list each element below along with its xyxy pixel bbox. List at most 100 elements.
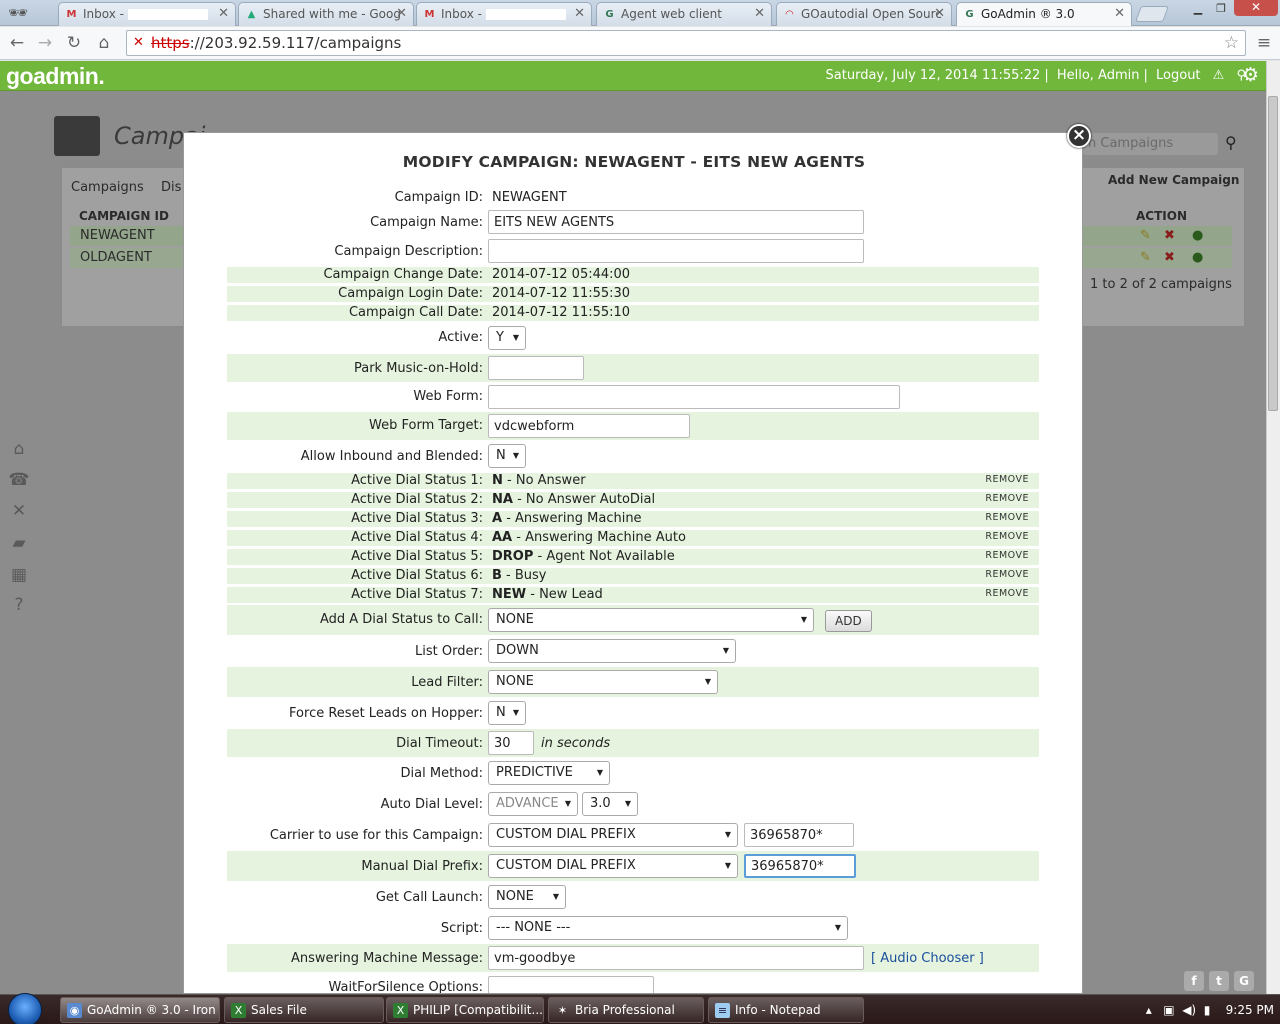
browser-tab-2[interactable]: ▲ Shared with me - Goog ✕: [238, 2, 414, 26]
close-tab-icon[interactable]: ✕: [754, 6, 765, 21]
taskbar-item[interactable]: X PHILIP [Compatibilit...: [386, 997, 544, 1023]
audio-chooser-link[interactable]: [ Audio Chooser ]: [871, 951, 984, 966]
volume-icon[interactable]: ◀): [1182, 1003, 1196, 1017]
warning-icon[interactable]: ⚠: [1213, 68, 1225, 83]
edit-icon[interactable]: ✎: [1140, 250, 1151, 265]
campaign-folder-icon: [54, 116, 100, 156]
close-modal-icon[interactable]: ×: [1067, 124, 1091, 148]
am-message-input[interactable]: [488, 946, 864, 970]
back-icon[interactable]: ←: [6, 32, 28, 54]
home-icon[interactable]: ⌂: [8, 438, 30, 460]
forward-icon[interactable]: →: [34, 32, 56, 54]
delete-icon[interactable]: ✖: [1164, 228, 1175, 243]
close-tab-icon[interactable]: ✕: [396, 6, 407, 21]
info-icon[interactable]: ●: [1192, 228, 1203, 243]
phone-icon[interactable]: ☎: [8, 469, 30, 491]
power-icon[interactable]: ▮: [1204, 1003, 1211, 1017]
tab-label: Shared with me - Goog: [263, 7, 401, 21]
manual-prefix-label: Manual Dial Prefix:: [361, 859, 483, 874]
restore-window-icon[interactable]: ❐: [1211, 2, 1231, 16]
tab-dis[interactable]: Dis: [161, 180, 181, 195]
tab-label: Agent web client: [621, 7, 722, 21]
remove-status-link[interactable]: REMOVE: [985, 531, 1029, 542]
auto-dial-level-select[interactable]: 3.0: [582, 792, 638, 816]
reload-icon[interactable]: ↻: [63, 32, 85, 54]
taskbar-label: Sales File: [251, 1003, 307, 1017]
tools-icon[interactable]: ✕: [8, 500, 30, 522]
webform-target-input[interactable]: [488, 414, 690, 438]
active-select[interactable]: Y: [488, 326, 526, 350]
logout-link[interactable]: Logout: [1156, 68, 1201, 83]
waitforsilence-input[interactable]: [488, 976, 654, 993]
goadmin-logo[interactable]: goadmin.: [6, 63, 105, 90]
remove-status-link[interactable]: REMOVE: [985, 550, 1029, 561]
new-tab-button[interactable]: [1135, 6, 1169, 22]
call-launch-select[interactable]: NONE: [488, 885, 566, 909]
remove-status-link[interactable]: REMOVE: [985, 512, 1029, 523]
facebook-icon[interactable]: f: [1184, 971, 1204, 991]
close-window-icon[interactable]: ✕: [1234, 0, 1278, 16]
home-icon[interactable]: ⌂: [93, 32, 115, 54]
campaign-name-input[interactable]: [488, 210, 864, 234]
remove-status-link[interactable]: REMOVE: [985, 493, 1029, 504]
manual-prefix-value: CUSTOM DIAL PREFIX: [496, 858, 636, 873]
am-message-label: Answering Machine Message:: [290, 951, 483, 966]
lead-filter-select[interactable]: NONE: [488, 670, 718, 694]
delete-icon[interactable]: ✖: [1164, 250, 1175, 265]
edit-icon[interactable]: ✎: [1140, 228, 1151, 243]
bookmark-star-icon[interactable]: ☆: [1224, 31, 1239, 55]
row-auto-dial-level: Auto Dial Level: ADVANCE 3.0: [227, 790, 1039, 818]
taskbar-item[interactable]: ≡ Info - Notepad: [708, 997, 864, 1023]
list-order-select[interactable]: DOWN: [488, 639, 736, 663]
add-status-select[interactable]: NONE: [488, 608, 814, 632]
browser-tab-4[interactable]: G Agent web client ✕: [596, 2, 772, 26]
park-moh-input[interactable]: [488, 356, 584, 380]
minimize-window-icon[interactable]: ▁: [1188, 2, 1208, 16]
start-button[interactable]: [8, 993, 42, 1024]
network-icon[interactable]: ▣: [1163, 1003, 1174, 1017]
browser-tab-1[interactable]: M Inbox - ✕: [58, 2, 236, 26]
campaign-desc-input[interactable]: [488, 239, 864, 263]
browser-tab-3[interactable]: M Inbox - ✕: [416, 2, 592, 26]
add-new-campaign-link[interactable]: Add New Campaign: [1108, 173, 1239, 187]
carrier-select[interactable]: CUSTOM DIAL PREFIX: [488, 823, 738, 847]
folder-icon[interactable]: ▰: [8, 532, 30, 554]
tab-campaigns[interactable]: Campaigns: [71, 180, 144, 195]
script-select[interactable]: --- NONE ---: [488, 916, 848, 940]
taskbar-item[interactable]: X Sales File: [224, 997, 384, 1023]
webform-input[interactable]: [488, 385, 900, 409]
remove-status-link[interactable]: REMOVE: [985, 588, 1029, 599]
close-tab-icon[interactable]: ✕: [574, 6, 585, 21]
info-icon[interactable]: ●: [1192, 250, 1203, 265]
browser-tab-6[interactable]: G GoAdmin ® 3.0 ✕: [956, 2, 1132, 26]
dial-timeout-input[interactable]: [488, 731, 534, 755]
force-reset-select[interactable]: N: [488, 701, 526, 725]
manual-prefix-input[interactable]: [744, 854, 856, 878]
dial-timeout-label: Dial Timeout:: [396, 736, 483, 751]
close-tab-icon[interactable]: ✕: [218, 6, 229, 21]
close-tab-icon[interactable]: ✕: [934, 6, 945, 21]
twitter-icon[interactable]: t: [1209, 971, 1229, 991]
address-bar[interactable]: ✕ https://203.92.59.117/campaigns ☆: [126, 30, 1246, 56]
gear-icon[interactable]: ⚙: [1242, 65, 1262, 85]
manual-prefix-select[interactable]: CUSTOM DIAL PREFIX: [488, 854, 738, 878]
clock[interactable]: 9:25 PM: [1226, 1003, 1274, 1017]
inbound-select[interactable]: N: [488, 444, 526, 468]
remove-status-link[interactable]: REMOVE: [985, 569, 1029, 580]
goautodial-icon[interactable]: G: [1234, 971, 1254, 991]
help-icon[interactable]: ?: [8, 594, 30, 616]
tray-expand-icon[interactable]: ▴: [1146, 1003, 1152, 1017]
dial-method-select[interactable]: PREDICTIVE: [488, 761, 610, 785]
carrier-prefix-input[interactable]: [744, 823, 854, 847]
close-tab-icon[interactable]: ✕: [1114, 6, 1125, 21]
reports-icon[interactable]: ▦: [8, 564, 30, 586]
auto-dial-mode-select[interactable]: ADVANCE: [488, 792, 578, 816]
taskbar-item[interactable]: ✶ Bria Professional: [548, 997, 704, 1023]
scrollbar-thumb[interactable]: [1268, 96, 1278, 411]
add-status-button[interactable]: ADD: [825, 610, 872, 632]
remove-status-link[interactable]: REMOVE: [985, 474, 1029, 485]
taskbar-item[interactable]: ◉ GoAdmin ® 3.0 - Iron: [60, 997, 220, 1023]
browser-tab-5[interactable]: ◠ GOautodial Open Sourc ✕: [776, 2, 952, 26]
search-campaigns-icon[interactable]: ⚲: [1225, 133, 1243, 152]
wrench-menu-icon[interactable]: ≡: [1253, 32, 1275, 54]
